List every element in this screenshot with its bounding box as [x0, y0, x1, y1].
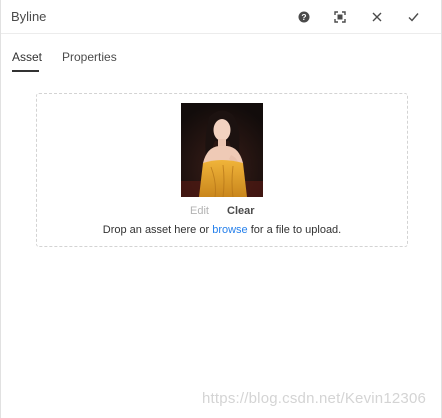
close-icon	[372, 12, 382, 22]
done-button[interactable]	[401, 5, 425, 29]
browse-link[interactable]: browse	[212, 224, 247, 236]
drop-text-prefix: Drop an asset here or	[102, 224, 213, 236]
drop-text-suffix: for a file to upload.	[247, 224, 342, 236]
fullscreen-button[interactable]	[328, 5, 352, 29]
dialog-titlebar: Byline ?	[1, 0, 441, 34]
tab-properties[interactable]: Properties	[62, 50, 117, 72]
asset-actions: Edit Clear	[37, 205, 407, 219]
asset-photo	[181, 103, 263, 197]
close-button[interactable]	[365, 5, 389, 29]
clear-button[interactable]: Clear	[227, 205, 255, 217]
svg-text:?: ?	[301, 12, 306, 22]
tab-list: Asset Properties	[1, 50, 441, 74]
byline-dialog: Byline ? Asset Properties Edit Clear Dro…	[0, 0, 442, 418]
checkmark-icon	[408, 13, 419, 22]
asset-thumbnail	[181, 103, 263, 197]
asset-dropzone[interactable]: Edit Clear Drop an asset here or browse …	[36, 93, 408, 247]
selected-tab-indicator	[12, 70, 39, 72]
edit-button[interactable]: Edit	[190, 205, 209, 217]
drop-instructions: Drop an asset here or browse for a file …	[37, 224, 407, 236]
watermark-text: https://blog.csdn.net/Kevin12306	[202, 390, 427, 407]
fullscreen-icon	[334, 11, 346, 23]
tab-asset[interactable]: Asset	[12, 50, 42, 72]
help-icon: ?	[298, 11, 310, 23]
help-button[interactable]: ?	[292, 5, 316, 29]
dialog-title: Byline	[11, 9, 47, 24]
